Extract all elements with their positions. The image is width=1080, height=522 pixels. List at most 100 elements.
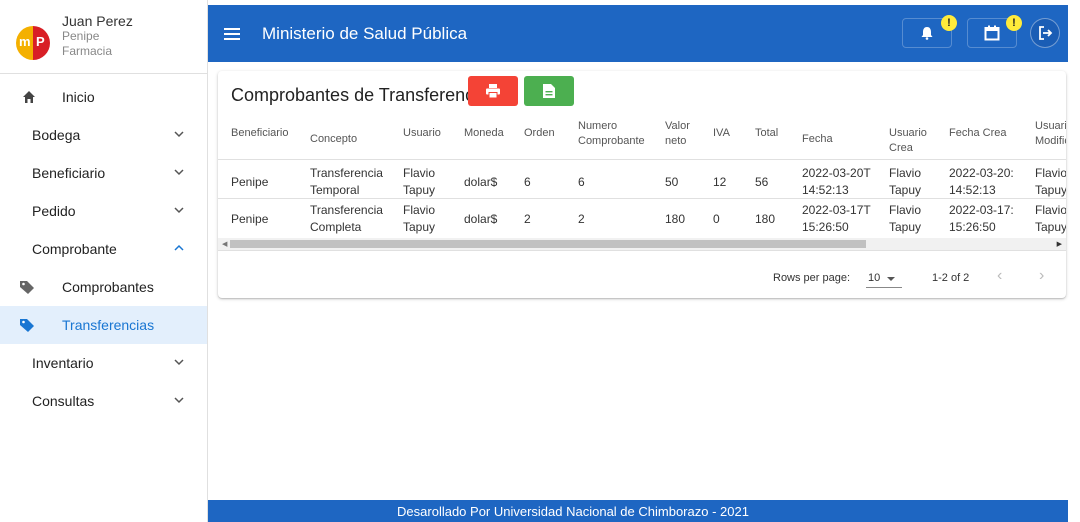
app-footer: Desarollado Por Universidad Nacional de … [208,500,1068,522]
tag-icon [20,319,34,332]
column-header[interactable]: IVA [713,126,730,141]
table-cell: dolar$ [464,212,498,226]
app-header: Ministerio de Salud Pública ! ! [208,5,1068,62]
footer-text: Desarollado Por Universidad Nacional de … [397,503,749,519]
sidebar-item-label: Pedido [32,203,76,219]
column-header[interactable]: Usuario Crea [889,126,934,156]
table-cell: 0 [713,212,720,226]
table-cell: Transferencia Temporal [310,166,383,197]
card-title: Comprobantes de Transferencias [231,85,498,105]
table-cell: Penipe [231,212,269,226]
table-cell: Transferencia Completa [310,203,383,234]
table-cell: Flavio Tapuy [403,166,436,197]
chevron-up-icon [174,244,184,251]
user-panel: m P Juan Perez Penipe Farmacia [0,0,207,74]
sidebar-item-bodega[interactable]: Bodega [0,116,207,154]
table-cell: Flavio Tapuy [889,203,922,234]
sidebar-item-inventario[interactable]: Inventario [0,344,207,382]
sidebar-item-pedido[interactable]: Pedido [0,192,207,230]
table-cell: 180 [665,212,686,226]
chevron-down-icon [174,397,184,404]
column-header[interactable]: Concepto [310,132,357,147]
prev-page-icon[interactable]: ‹ [997,267,1002,285]
scroll-right-icon[interactable]: ▶ [1057,240,1062,248]
bell-icon [921,27,933,40]
table-cell: 2022-03-20T14:52:13 [802,166,871,197]
sidebar-item-label: Bodega [32,127,81,143]
sidebar-item-inicio[interactable]: Inicio [0,78,207,116]
column-header[interactable]: Fecha Crea [949,126,1006,141]
user-city: Penipe [62,29,100,43]
notifications-button[interactable]: ! [902,15,957,48]
document-icon [543,84,555,98]
sidebar-item-label: Comprobantes [62,279,154,295]
app-title: Ministerio de Salud Pública [262,23,468,43]
table-cell: 56 [755,175,769,189]
sidebar-item-label: Inventario [32,355,94,371]
table-cell: 2022-03-17T15:26:50 [802,203,871,234]
calendar-badge: ! [1006,15,1022,31]
chevron-down-icon [174,359,184,366]
sidebar-item-consultas[interactable]: Consultas [0,382,207,420]
sidebar-item-label: Beneficiario [32,165,106,181]
table-cell: Flavio Tapuy [889,166,922,197]
user-unit: Farmacia [62,44,113,58]
table-cell: 6 [524,175,531,189]
printer-icon [486,84,500,99]
table-cell: 2 [524,212,531,226]
table-cell: 12 [713,175,727,189]
sidebar-item-comprobante[interactable]: Comprobante [0,230,207,268]
column-header[interactable]: Orden [524,126,555,141]
rows-per-page-label: Rows per page: [773,272,851,284]
chevron-down-icon [174,131,184,138]
home-icon [23,91,35,103]
rows-per-page-select[interactable]: 10 [868,272,880,284]
sidebar: m P Juan Perez Penipe Farmacia Inicio Bo… [0,0,208,522]
column-header[interactable]: Fecha [802,132,833,147]
chevron-down-icon [174,169,184,176]
table-cell: Flavio Tapuy [1035,203,1066,234]
column-header[interactable]: Total [755,126,778,141]
horizontal-scrollbar[interactable]: ◀ ▶ [218,238,1066,250]
sidebar-item-label: Inicio [62,89,95,105]
table-cell: dolar$ [464,175,498,189]
table-cell: 50 [665,175,679,189]
user-name: Juan Perez [62,13,133,29]
print-button[interactable] [468,76,518,106]
export-document-button[interactable] [524,76,574,106]
hamburger-icon[interactable] [224,27,240,41]
table-cell: 180 [755,212,776,226]
table-cell: 2 [578,212,585,226]
table-cell: Penipe [231,175,269,189]
dropdown-arrow-icon[interactable] [886,274,896,284]
column-header[interactable]: Usuario [403,126,441,141]
pagination-range: 1-2 of 2 [932,272,970,284]
sidebar-item-label: Comprobante [32,241,117,257]
app-logo: m P [16,26,50,60]
transfers-card: Comprobantes de Transferencias Beneficia… [218,71,1066,298]
sidebar-subitem-comprobantes[interactable]: Comprobantes [0,268,207,306]
sidebar-item-beneficiario[interactable]: Beneficiario [0,154,207,192]
tag-icon [20,281,34,294]
scroll-left-icon[interactable]: ◀ [222,240,227,248]
logout-icon [1039,26,1053,40]
notification-badge: ! [941,15,957,31]
column-header[interactable]: Usuario Modifica [1035,119,1066,149]
column-header[interactable]: Valor neto [665,119,705,149]
column-header[interactable]: Beneficiario [231,126,288,141]
calendar-icon [984,25,1000,41]
sidebar-item-label: Consultas [32,393,95,409]
next-page-icon[interactable]: › [1039,267,1044,285]
logout-button[interactable] [1030,18,1060,48]
sidebar-subitem-transferencias[interactable]: Transferencias [0,306,207,344]
column-header[interactable]: Numero Comprobante [578,119,658,149]
table-cell: 2022-03-17:15:26:50 [949,203,1014,234]
scrollbar-thumb[interactable] [230,240,866,248]
column-header[interactable]: Moneda [464,126,504,141]
sidebar-item-label: Transferencias [62,317,155,333]
calendar-button[interactable]: ! [967,15,1022,48]
table-cell: 6 [578,175,585,189]
table-cell: 2022-03-20:14:52:13 [949,166,1014,197]
chevron-down-icon [174,207,184,214]
table-cell: Flavio Tapuy [1035,166,1066,197]
